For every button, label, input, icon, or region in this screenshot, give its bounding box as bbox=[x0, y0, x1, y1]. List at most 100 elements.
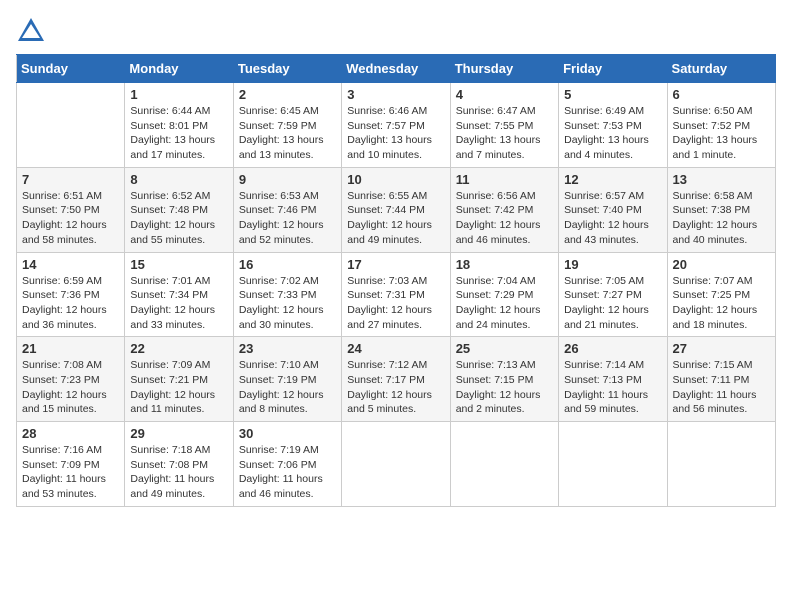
week-row-5: 28 Sunrise: 7:16 AM Sunset: 7:09 PM Dayli… bbox=[17, 422, 776, 507]
logo bbox=[16, 16, 50, 46]
day-number: 10 bbox=[347, 172, 444, 187]
day-cell: 27 Sunrise: 7:15 AM Sunset: 7:11 PM Dayli… bbox=[667, 337, 775, 422]
day-number: 26 bbox=[564, 341, 661, 356]
day-info: Sunrise: 6:50 AM Sunset: 7:52 PM Dayligh… bbox=[673, 104, 770, 163]
day-number: 1 bbox=[130, 87, 227, 102]
day-number: 20 bbox=[673, 257, 770, 272]
day-cell: 20 Sunrise: 7:07 AM Sunset: 7:25 PM Dayli… bbox=[667, 252, 775, 337]
day-number: 14 bbox=[22, 257, 119, 272]
day-info: Sunrise: 7:18 AM Sunset: 7:08 PM Dayligh… bbox=[130, 443, 227, 502]
day-info: Sunrise: 7:14 AM Sunset: 7:13 PM Dayligh… bbox=[564, 358, 661, 417]
day-cell: 26 Sunrise: 7:14 AM Sunset: 7:13 PM Dayli… bbox=[559, 337, 667, 422]
day-cell: 2 Sunrise: 6:45 AM Sunset: 7:59 PM Daylig… bbox=[233, 83, 341, 168]
day-cell: 13 Sunrise: 6:58 AM Sunset: 7:38 PM Dayli… bbox=[667, 167, 775, 252]
day-cell bbox=[559, 422, 667, 507]
day-info: Sunrise: 7:04 AM Sunset: 7:29 PM Dayligh… bbox=[456, 274, 553, 333]
day-number: 18 bbox=[456, 257, 553, 272]
day-cell: 4Sunrise: 6:47 AM Sunset: 7:55 PM Daylig… bbox=[450, 83, 558, 168]
day-info: Sunrise: 6:56 AM Sunset: 7:42 PM Dayligh… bbox=[456, 189, 553, 248]
day-cell: 6 Sunrise: 6:50 AM Sunset: 7:52 PM Daylig… bbox=[667, 83, 775, 168]
day-number: 15 bbox=[130, 257, 227, 272]
day-cell: 24 Sunrise: 7:12 AM Sunset: 7:17 PM Dayli… bbox=[342, 337, 450, 422]
day-info: Sunrise: 7:13 AM Sunset: 7:15 PM Dayligh… bbox=[456, 358, 553, 417]
week-row-4: 21 Sunrise: 7:08 AM Sunset: 7:23 PM Dayli… bbox=[17, 337, 776, 422]
day-info: Sunrise: 6:51 AM Sunset: 7:50 PM Dayligh… bbox=[22, 189, 119, 248]
day-number: 8 bbox=[130, 172, 227, 187]
day-cell: 17Sunrise: 7:03 AM Sunset: 7:31 PM Dayli… bbox=[342, 252, 450, 337]
day-cell bbox=[342, 422, 450, 507]
day-info: Sunrise: 6:58 AM Sunset: 7:38 PM Dayligh… bbox=[673, 189, 770, 248]
day-cell: 25 Sunrise: 7:13 AM Sunset: 7:15 PM Dayli… bbox=[450, 337, 558, 422]
day-info: Sunrise: 7:15 AM Sunset: 7:11 PM Dayligh… bbox=[673, 358, 770, 417]
day-info: Sunrise: 7:01 AM Sunset: 7:34 PM Dayligh… bbox=[130, 274, 227, 333]
day-cell: 11Sunrise: 6:56 AM Sunset: 7:42 PM Dayli… bbox=[450, 167, 558, 252]
day-info: Sunrise: 6:57 AM Sunset: 7:40 PM Dayligh… bbox=[564, 189, 661, 248]
day-info: Sunrise: 7:12 AM Sunset: 7:17 PM Dayligh… bbox=[347, 358, 444, 417]
day-number: 16 bbox=[239, 257, 336, 272]
day-cell: 1 Sunrise: 6:44 AM Sunset: 8:01 PM Daylig… bbox=[125, 83, 233, 168]
day-cell: 18 Sunrise: 7:04 AM Sunset: 7:29 PM Dayli… bbox=[450, 252, 558, 337]
day-info: Sunrise: 6:59 AM Sunset: 7:36 PM Dayligh… bbox=[22, 274, 119, 333]
day-info: Sunrise: 6:46 AM Sunset: 7:57 PM Dayligh… bbox=[347, 104, 444, 163]
day-number: 12 bbox=[564, 172, 661, 187]
day-number: 25 bbox=[456, 341, 553, 356]
calendar-table: SundayMondayTuesdayWednesdayThursdayFrid… bbox=[16, 54, 776, 507]
column-header-saturday: Saturday bbox=[667, 55, 775, 83]
day-info: Sunrise: 7:03 AM Sunset: 7:31 PM Dayligh… bbox=[347, 274, 444, 333]
day-cell: 22 Sunrise: 7:09 AM Sunset: 7:21 PM Dayli… bbox=[125, 337, 233, 422]
day-info: Sunrise: 7:07 AM Sunset: 7:25 PM Dayligh… bbox=[673, 274, 770, 333]
day-cell: 14 Sunrise: 6:59 AM Sunset: 7:36 PM Dayli… bbox=[17, 252, 125, 337]
column-header-wednesday: Wednesday bbox=[342, 55, 450, 83]
day-cell bbox=[17, 83, 125, 168]
day-info: Sunrise: 7:19 AM Sunset: 7:06 PM Dayligh… bbox=[239, 443, 336, 502]
day-info: Sunrise: 6:44 AM Sunset: 8:01 PM Dayligh… bbox=[130, 104, 227, 163]
day-info: Sunrise: 7:09 AM Sunset: 7:21 PM Dayligh… bbox=[130, 358, 227, 417]
day-cell: 21 Sunrise: 7:08 AM Sunset: 7:23 PM Dayli… bbox=[17, 337, 125, 422]
day-cell: 28 Sunrise: 7:16 AM Sunset: 7:09 PM Dayli… bbox=[17, 422, 125, 507]
column-header-thursday: Thursday bbox=[450, 55, 558, 83]
day-cell: 29 Sunrise: 7:18 AM Sunset: 7:08 PM Dayli… bbox=[125, 422, 233, 507]
day-info: Sunrise: 7:08 AM Sunset: 7:23 PM Dayligh… bbox=[22, 358, 119, 417]
day-number: 2 bbox=[239, 87, 336, 102]
day-number: 7 bbox=[22, 172, 119, 187]
column-header-monday: Monday bbox=[125, 55, 233, 83]
day-number: 29 bbox=[130, 426, 227, 441]
day-number: 30 bbox=[239, 426, 336, 441]
day-number: 28 bbox=[22, 426, 119, 441]
column-header-sunday: Sunday bbox=[17, 55, 125, 83]
day-info: Sunrise: 7:05 AM Sunset: 7:27 PM Dayligh… bbox=[564, 274, 661, 333]
logo-icon bbox=[16, 16, 46, 46]
week-row-3: 14 Sunrise: 6:59 AM Sunset: 7:36 PM Dayli… bbox=[17, 252, 776, 337]
day-info: Sunrise: 6:52 AM Sunset: 7:48 PM Dayligh… bbox=[130, 189, 227, 248]
day-cell: 15 Sunrise: 7:01 AM Sunset: 7:34 PM Dayli… bbox=[125, 252, 233, 337]
day-cell: 16 Sunrise: 7:02 AM Sunset: 7:33 PM Dayli… bbox=[233, 252, 341, 337]
day-info: Sunrise: 6:55 AM Sunset: 7:44 PM Dayligh… bbox=[347, 189, 444, 248]
day-info: Sunrise: 6:49 AM Sunset: 7:53 PM Dayligh… bbox=[564, 104, 661, 163]
header-row: SundayMondayTuesdayWednesdayThursdayFrid… bbox=[17, 55, 776, 83]
week-row-2: 7 Sunrise: 6:51 AM Sunset: 7:50 PM Daylig… bbox=[17, 167, 776, 252]
column-header-tuesday: Tuesday bbox=[233, 55, 341, 83]
day-info: Sunrise: 6:53 AM Sunset: 7:46 PM Dayligh… bbox=[239, 189, 336, 248]
day-info: Sunrise: 6:45 AM Sunset: 7:59 PM Dayligh… bbox=[239, 104, 336, 163]
day-number: 24 bbox=[347, 341, 444, 356]
day-cell: 3Sunrise: 6:46 AM Sunset: 7:57 PM Daylig… bbox=[342, 83, 450, 168]
day-number: 22 bbox=[130, 341, 227, 356]
day-cell: 23Sunrise: 7:10 AM Sunset: 7:19 PM Dayli… bbox=[233, 337, 341, 422]
day-cell: 10 Sunrise: 6:55 AM Sunset: 7:44 PM Dayli… bbox=[342, 167, 450, 252]
day-cell: 8 Sunrise: 6:52 AM Sunset: 7:48 PM Daylig… bbox=[125, 167, 233, 252]
day-number: 21 bbox=[22, 341, 119, 356]
day-number: 23 bbox=[239, 341, 336, 356]
day-cell: 30 Sunrise: 7:19 AM Sunset: 7:06 PM Dayli… bbox=[233, 422, 341, 507]
day-number: 6 bbox=[673, 87, 770, 102]
day-info: Sunrise: 7:16 AM Sunset: 7:09 PM Dayligh… bbox=[22, 443, 119, 502]
day-number: 9 bbox=[239, 172, 336, 187]
day-cell: 12 Sunrise: 6:57 AM Sunset: 7:40 PM Dayli… bbox=[559, 167, 667, 252]
day-cell: 5Sunrise: 6:49 AM Sunset: 7:53 PM Daylig… bbox=[559, 83, 667, 168]
day-number: 13 bbox=[673, 172, 770, 187]
day-number: 19 bbox=[564, 257, 661, 272]
day-cell bbox=[450, 422, 558, 507]
day-cell: 7 Sunrise: 6:51 AM Sunset: 7:50 PM Daylig… bbox=[17, 167, 125, 252]
day-number: 27 bbox=[673, 341, 770, 356]
day-cell bbox=[667, 422, 775, 507]
day-info: Sunrise: 7:02 AM Sunset: 7:33 PM Dayligh… bbox=[239, 274, 336, 333]
